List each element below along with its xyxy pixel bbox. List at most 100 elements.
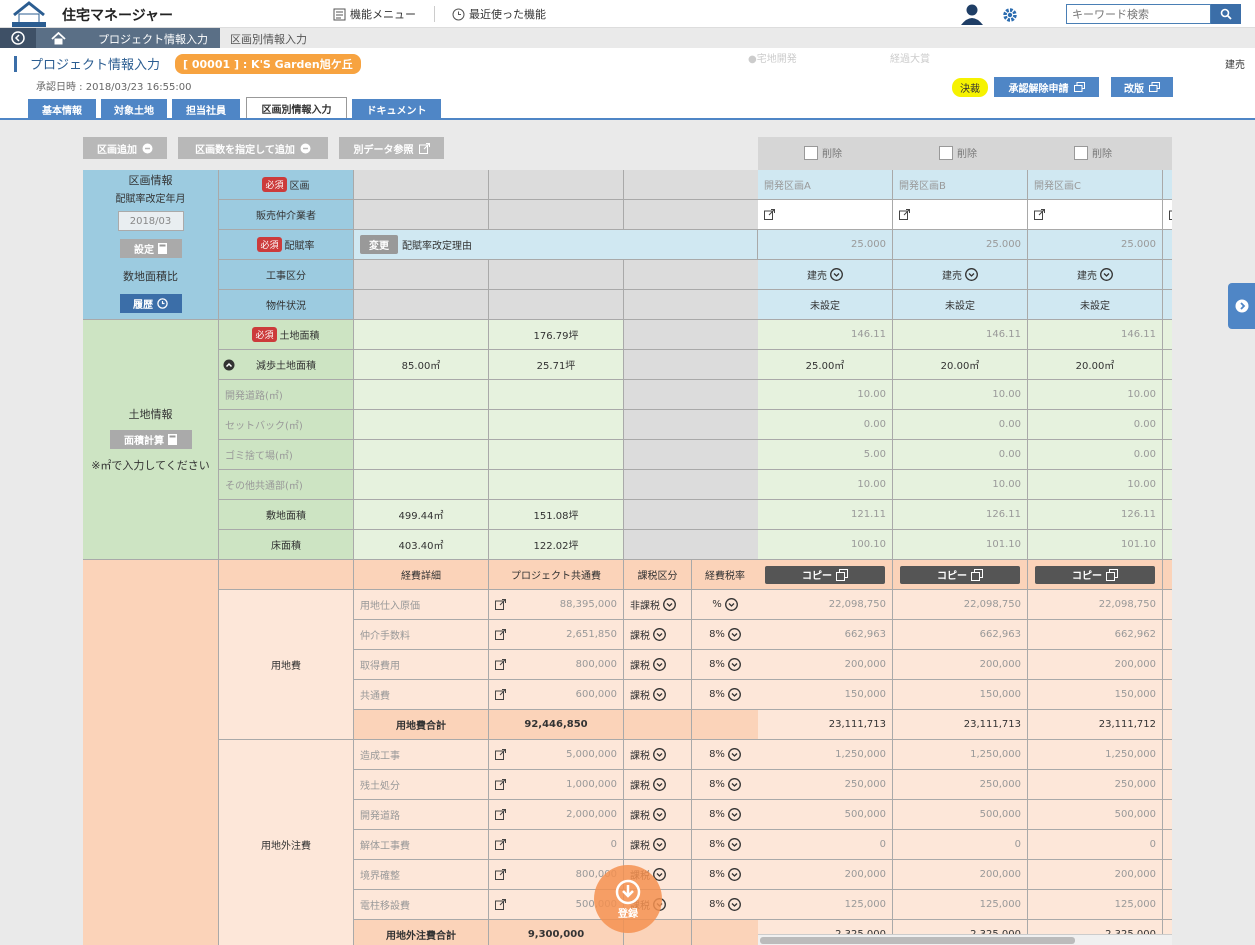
expense-amount-text[interactable]: 1,000,000	[566, 779, 617, 790]
collapse-toggle-icon[interactable]	[223, 359, 235, 371]
add-n-lots-button[interactable]: 区画数を指定して追加	[178, 137, 328, 159]
expense-amount-text[interactable]: 600,000	[576, 689, 617, 700]
lot-cell-1-0[interactable]	[758, 200, 893, 230]
external-link-icon[interactable]	[899, 209, 910, 220]
expense-amount-text[interactable]: 0	[611, 839, 617, 850]
chevron-down-icon[interactable]	[727, 628, 741, 641]
chevron-down-icon[interactable]	[965, 268, 978, 281]
copy-button[interactable]: コピー	[900, 565, 1020, 584]
gear-icon[interactable]	[1002, 7, 1018, 26]
tax-rate[interactable]: 8%	[692, 890, 759, 920]
construction-type[interactable]: 建売	[807, 267, 827, 282]
checkbox[interactable]	[1074, 145, 1088, 160]
expense-amount[interactable]: 2,651,850	[489, 620, 624, 650]
chevron-down-icon[interactable]	[653, 688, 666, 701]
external-link-icon[interactable]	[495, 809, 506, 820]
expense-amount[interactable]: 2,000,000	[489, 800, 624, 830]
delete-checkbox-c[interactable]: 削除	[1074, 145, 1112, 160]
chevron-down-icon[interactable]	[724, 598, 738, 611]
delete-checkbox-a[interactable]: 削除	[804, 145, 842, 160]
revision-date-input[interactable]: 2018/03	[117, 211, 184, 231]
register-fab-button[interactable]: 登録	[594, 865, 662, 933]
chevron-down-icon[interactable]	[653, 808, 666, 821]
tax-category[interactable]: 課税	[624, 800, 692, 830]
chevron-down-icon[interactable]	[727, 778, 741, 791]
scroll-right-button[interactable]	[1228, 283, 1255, 329]
back-button[interactable]	[0, 28, 36, 48]
tax-category[interactable]: 課税	[624, 650, 692, 680]
area-calc-button[interactable]: 面積計算	[109, 430, 192, 449]
external-link-icon[interactable]	[764, 209, 775, 220]
allocation-rate[interactable]: 25.000	[986, 239, 1021, 250]
tax-rate[interactable]: 8%	[692, 830, 759, 860]
tax-rate[interactable]: 8%	[692, 740, 759, 770]
lot-name[interactable]: 開発区画A	[764, 177, 811, 192]
lot-cell-3-2[interactable]: 建売	[1028, 260, 1163, 290]
lot-cell-1-2[interactable]	[1028, 200, 1163, 230]
chevron-down-icon[interactable]	[1100, 268, 1113, 281]
external-link-icon[interactable]	[495, 689, 506, 700]
lot-cell-3-0[interactable]: 建売	[758, 260, 893, 290]
tax-rate[interactable]: 8%	[692, 680, 759, 710]
cancel-approval-button[interactable]: 承認解除申請	[994, 77, 1099, 97]
expense-amount[interactable]: 5,000,000	[489, 740, 624, 770]
external-link-icon[interactable]	[1169, 209, 1172, 220]
external-link-icon[interactable]	[495, 659, 506, 670]
allocation-rate[interactable]: 25.000	[1121, 239, 1156, 250]
external-link-icon[interactable]	[495, 869, 506, 880]
home-button[interactable]	[38, 28, 78, 48]
lot-name[interactable]: 開発区画C	[1034, 177, 1081, 192]
copy-button[interactable]: コピー	[1035, 565, 1155, 584]
external-link-icon[interactable]	[495, 899, 506, 910]
expense-amount-text[interactable]: 88,395,000	[560, 599, 617, 610]
function-menu-link[interactable]: 機能メニュー	[333, 6, 416, 22]
lot-cell-1-1[interactable]	[893, 200, 1028, 230]
external-link-icon[interactable]	[495, 599, 506, 610]
expense-amount-text[interactable]: 5,000,000	[566, 749, 617, 760]
expense-amount[interactable]: 1,000,000	[489, 770, 624, 800]
keyword-search-input[interactable]	[1066, 4, 1211, 24]
expense-amount[interactable]: 600,000	[489, 680, 624, 710]
construction-type[interactable]: 建売	[1077, 267, 1097, 282]
tax-category[interactable]: 課税	[624, 740, 692, 770]
external-link-icon[interactable]	[495, 629, 506, 640]
tab-staff[interactable]: 担当社員	[172, 99, 240, 119]
tax-rate[interactable]: %	[692, 590, 759, 620]
expense-amount[interactable]: 0	[489, 830, 624, 860]
external-link-icon[interactable]	[495, 749, 506, 760]
tab-basic-info[interactable]: 基本情報	[28, 99, 96, 119]
chevron-down-icon[interactable]	[727, 748, 741, 761]
lot-land-value[interactable]: 20.00㎡	[1028, 350, 1163, 380]
tab-lot-info[interactable]: 区画別情報入力	[246, 97, 347, 119]
chevron-down-icon[interactable]	[727, 658, 741, 671]
recent-functions-link[interactable]: 最近使った機能	[452, 6, 546, 22]
chevron-down-icon[interactable]	[830, 268, 843, 281]
external-link-icon[interactable]	[495, 839, 506, 850]
tax-category[interactable]: 非課税	[624, 590, 692, 620]
change-button[interactable]: 変更	[360, 235, 398, 254]
allocation-rate[interactable]: 25.000	[851, 239, 886, 250]
construction-type[interactable]: 建売	[942, 267, 962, 282]
revise-button[interactable]: 改版	[1111, 77, 1173, 97]
tax-rate[interactable]: 8%	[692, 800, 759, 830]
expense-amount[interactable]: 800,000	[489, 650, 624, 680]
tax-rate[interactable]: 8%	[692, 620, 759, 650]
chevron-down-icon[interactable]	[653, 658, 666, 671]
chevron-down-icon[interactable]	[653, 748, 666, 761]
chevron-down-icon[interactable]	[653, 628, 666, 641]
tax-category[interactable]: 課税	[624, 680, 692, 710]
history-button[interactable]: 履歴	[119, 294, 182, 313]
lot-name[interactable]: 開発区画B	[899, 177, 946, 192]
lot-land-value[interactable]: 20.00㎡	[893, 350, 1028, 380]
checkbox[interactable]	[939, 145, 953, 160]
breadcrumb-project-input[interactable]: プロジェクト情報入力	[98, 31, 208, 47]
lot-land-value[interactable]: 25.00㎡	[758, 350, 893, 380]
tax-rate[interactable]: 8%	[692, 770, 759, 800]
scrollbar-thumb[interactable]	[760, 937, 1075, 944]
app-logo[interactable]	[10, 1, 48, 27]
chevron-down-icon[interactable]	[727, 868, 741, 881]
set-button[interactable]: 設定	[119, 239, 182, 258]
chevron-down-icon[interactable]	[663, 598, 676, 611]
chevron-down-icon[interactable]	[727, 838, 741, 851]
chevron-down-icon[interactable]	[727, 688, 741, 701]
